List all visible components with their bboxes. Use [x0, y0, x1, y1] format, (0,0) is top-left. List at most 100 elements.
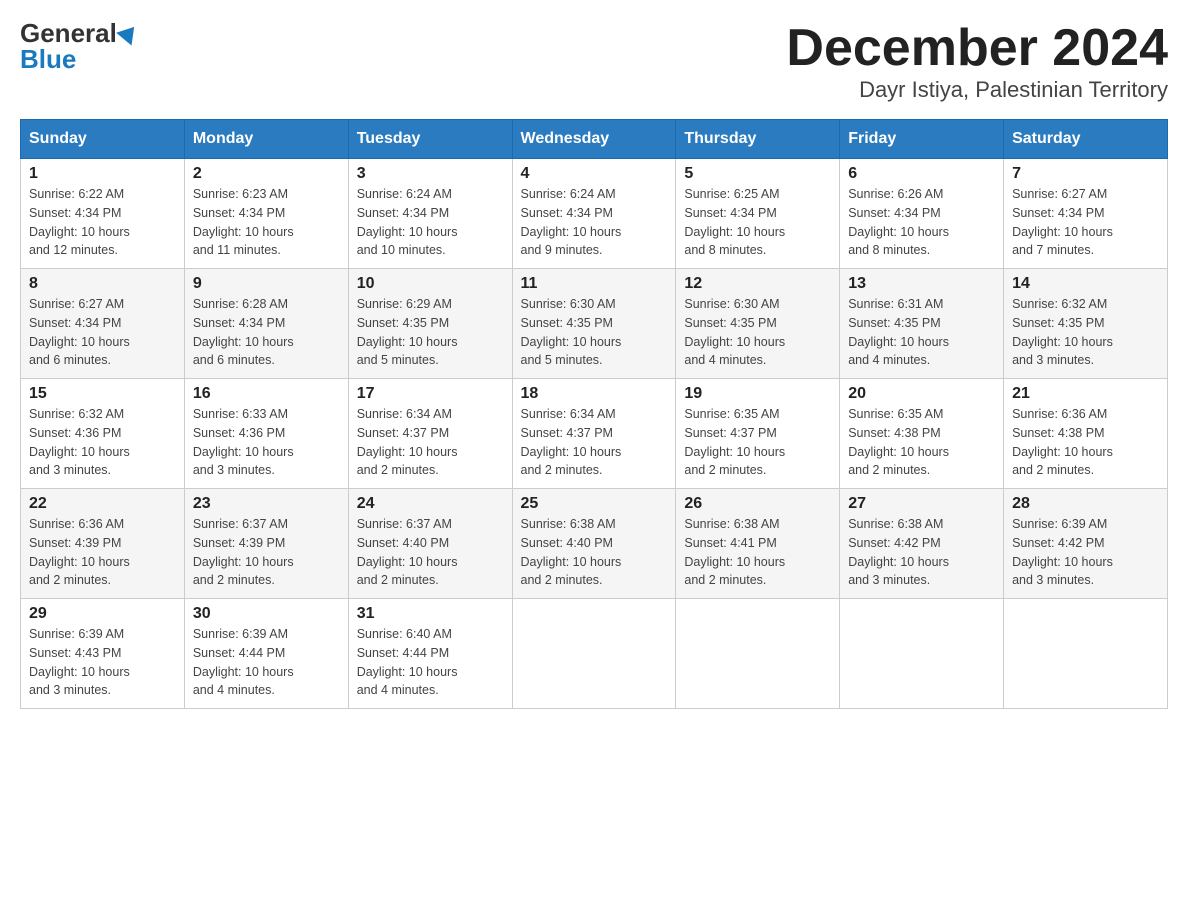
day-info: Sunrise: 6:36 AM Sunset: 4:38 PM Dayligh…: [1012, 405, 1159, 480]
day-number: 15: [29, 385, 176, 403]
day-number: 28: [1012, 495, 1159, 513]
calendar-cell: 22 Sunrise: 6:36 AM Sunset: 4:39 PM Dayl…: [21, 489, 185, 599]
day-info: Sunrise: 6:24 AM Sunset: 4:34 PM Dayligh…: [521, 185, 668, 260]
calendar-cell: 27 Sunrise: 6:38 AM Sunset: 4:42 PM Dayl…: [840, 489, 1004, 599]
calendar-cell: 17 Sunrise: 6:34 AM Sunset: 4:37 PM Dayl…: [348, 379, 512, 489]
day-number: 26: [684, 495, 831, 513]
day-number: 16: [193, 385, 340, 403]
calendar-cell: 28 Sunrise: 6:39 AM Sunset: 4:42 PM Dayl…: [1004, 489, 1168, 599]
day-number: 13: [848, 275, 995, 293]
calendar-cell: 9 Sunrise: 6:28 AM Sunset: 4:34 PM Dayli…: [184, 269, 348, 379]
calendar-table: SundayMondayTuesdayWednesdayThursdayFrid…: [20, 119, 1168, 709]
day-info: Sunrise: 6:25 AM Sunset: 4:34 PM Dayligh…: [684, 185, 831, 260]
logo-triangle-icon: [116, 20, 142, 45]
day-number: 10: [357, 275, 504, 293]
day-info: Sunrise: 6:30 AM Sunset: 4:35 PM Dayligh…: [684, 295, 831, 370]
week-row-1: 1 Sunrise: 6:22 AM Sunset: 4:34 PM Dayli…: [21, 159, 1168, 269]
calendar-cell: 19 Sunrise: 6:35 AM Sunset: 4:37 PM Dayl…: [676, 379, 840, 489]
day-info: Sunrise: 6:34 AM Sunset: 4:37 PM Dayligh…: [521, 405, 668, 480]
logo-blue-text: Blue: [20, 46, 76, 72]
logo-general-text: General: [20, 20, 117, 46]
day-number: 4: [521, 165, 668, 183]
calendar-cell: 25 Sunrise: 6:38 AM Sunset: 4:40 PM Dayl…: [512, 489, 676, 599]
day-info: Sunrise: 6:23 AM Sunset: 4:34 PM Dayligh…: [193, 185, 340, 260]
day-info: Sunrise: 6:37 AM Sunset: 4:39 PM Dayligh…: [193, 515, 340, 590]
day-info: Sunrise: 6:39 AM Sunset: 4:42 PM Dayligh…: [1012, 515, 1159, 590]
weekday-header-monday: Monday: [184, 120, 348, 159]
calendar-cell: 21 Sunrise: 6:36 AM Sunset: 4:38 PM Dayl…: [1004, 379, 1168, 489]
day-number: 5: [684, 165, 831, 183]
day-number: 2: [193, 165, 340, 183]
calendar-cell: 31 Sunrise: 6:40 AM Sunset: 4:44 PM Dayl…: [348, 599, 512, 709]
weekday-header-tuesday: Tuesday: [348, 120, 512, 159]
calendar-cell: [840, 599, 1004, 709]
weekday-header-friday: Friday: [840, 120, 1004, 159]
page-header: General Blue December 2024 Dayr Istiya, …: [20, 20, 1168, 103]
week-row-4: 22 Sunrise: 6:36 AM Sunset: 4:39 PM Dayl…: [21, 489, 1168, 599]
day-number: 11: [521, 275, 668, 293]
weekday-header-saturday: Saturday: [1004, 120, 1168, 159]
day-number: 23: [193, 495, 340, 513]
day-number: 14: [1012, 275, 1159, 293]
day-number: 30: [193, 605, 340, 623]
day-info: Sunrise: 6:24 AM Sunset: 4:34 PM Dayligh…: [357, 185, 504, 260]
day-info: Sunrise: 6:22 AM Sunset: 4:34 PM Dayligh…: [29, 185, 176, 260]
day-number: 1: [29, 165, 176, 183]
calendar-cell: 4 Sunrise: 6:24 AM Sunset: 4:34 PM Dayli…: [512, 159, 676, 269]
day-info: Sunrise: 6:34 AM Sunset: 4:37 PM Dayligh…: [357, 405, 504, 480]
weekday-header-row: SundayMondayTuesdayWednesdayThursdayFrid…: [21, 120, 1168, 159]
day-info: Sunrise: 6:27 AM Sunset: 4:34 PM Dayligh…: [29, 295, 176, 370]
day-number: 9: [193, 275, 340, 293]
calendar-cell: 1 Sunrise: 6:22 AM Sunset: 4:34 PM Dayli…: [21, 159, 185, 269]
calendar-cell: 15 Sunrise: 6:32 AM Sunset: 4:36 PM Dayl…: [21, 379, 185, 489]
day-info: Sunrise: 6:32 AM Sunset: 4:35 PM Dayligh…: [1012, 295, 1159, 370]
day-info: Sunrise: 6:31 AM Sunset: 4:35 PM Dayligh…: [848, 295, 995, 370]
calendar-cell: 7 Sunrise: 6:27 AM Sunset: 4:34 PM Dayli…: [1004, 159, 1168, 269]
calendar-cell: 6 Sunrise: 6:26 AM Sunset: 4:34 PM Dayli…: [840, 159, 1004, 269]
day-info: Sunrise: 6:37 AM Sunset: 4:40 PM Dayligh…: [357, 515, 504, 590]
day-info: Sunrise: 6:32 AM Sunset: 4:36 PM Dayligh…: [29, 405, 176, 480]
day-info: Sunrise: 6:39 AM Sunset: 4:44 PM Dayligh…: [193, 625, 340, 700]
calendar-cell: 23 Sunrise: 6:37 AM Sunset: 4:39 PM Dayl…: [184, 489, 348, 599]
day-number: 24: [357, 495, 504, 513]
day-number: 3: [357, 165, 504, 183]
day-number: 8: [29, 275, 176, 293]
calendar-cell: 24 Sunrise: 6:37 AM Sunset: 4:40 PM Dayl…: [348, 489, 512, 599]
day-number: 18: [521, 385, 668, 403]
day-info: Sunrise: 6:38 AM Sunset: 4:41 PM Dayligh…: [684, 515, 831, 590]
day-number: 17: [357, 385, 504, 403]
day-number: 22: [29, 495, 176, 513]
weekday-header-thursday: Thursday: [676, 120, 840, 159]
location-title: Dayr Istiya, Palestinian Territory: [786, 77, 1168, 103]
day-number: 19: [684, 385, 831, 403]
logo: General Blue: [20, 20, 139, 72]
calendar-cell: 18 Sunrise: 6:34 AM Sunset: 4:37 PM Dayl…: [512, 379, 676, 489]
calendar-cell: 29 Sunrise: 6:39 AM Sunset: 4:43 PM Dayl…: [21, 599, 185, 709]
day-info: Sunrise: 6:28 AM Sunset: 4:34 PM Dayligh…: [193, 295, 340, 370]
day-number: 20: [848, 385, 995, 403]
week-row-5: 29 Sunrise: 6:39 AM Sunset: 4:43 PM Dayl…: [21, 599, 1168, 709]
calendar-cell: [512, 599, 676, 709]
month-title: December 2024: [786, 20, 1168, 77]
day-info: Sunrise: 6:38 AM Sunset: 4:40 PM Dayligh…: [521, 515, 668, 590]
calendar-cell: 26 Sunrise: 6:38 AM Sunset: 4:41 PM Dayl…: [676, 489, 840, 599]
day-info: Sunrise: 6:26 AM Sunset: 4:34 PM Dayligh…: [848, 185, 995, 260]
calendar-cell: 20 Sunrise: 6:35 AM Sunset: 4:38 PM Dayl…: [840, 379, 1004, 489]
calendar-cell: 16 Sunrise: 6:33 AM Sunset: 4:36 PM Dayl…: [184, 379, 348, 489]
week-row-3: 15 Sunrise: 6:32 AM Sunset: 4:36 PM Dayl…: [21, 379, 1168, 489]
day-info: Sunrise: 6:35 AM Sunset: 4:38 PM Dayligh…: [848, 405, 995, 480]
day-info: Sunrise: 6:36 AM Sunset: 4:39 PM Dayligh…: [29, 515, 176, 590]
day-number: 21: [1012, 385, 1159, 403]
weekday-header-sunday: Sunday: [21, 120, 185, 159]
calendar-cell: [676, 599, 840, 709]
week-row-2: 8 Sunrise: 6:27 AM Sunset: 4:34 PM Dayli…: [21, 269, 1168, 379]
calendar-cell: 11 Sunrise: 6:30 AM Sunset: 4:35 PM Dayl…: [512, 269, 676, 379]
calendar-cell: 3 Sunrise: 6:24 AM Sunset: 4:34 PM Dayli…: [348, 159, 512, 269]
calendar-cell: 13 Sunrise: 6:31 AM Sunset: 4:35 PM Dayl…: [840, 269, 1004, 379]
day-number: 29: [29, 605, 176, 623]
calendar-cell: 2 Sunrise: 6:23 AM Sunset: 4:34 PM Dayli…: [184, 159, 348, 269]
calendar-cell: 5 Sunrise: 6:25 AM Sunset: 4:34 PM Dayli…: [676, 159, 840, 269]
day-info: Sunrise: 6:38 AM Sunset: 4:42 PM Dayligh…: [848, 515, 995, 590]
day-number: 25: [521, 495, 668, 513]
calendar-cell: 10 Sunrise: 6:29 AM Sunset: 4:35 PM Dayl…: [348, 269, 512, 379]
